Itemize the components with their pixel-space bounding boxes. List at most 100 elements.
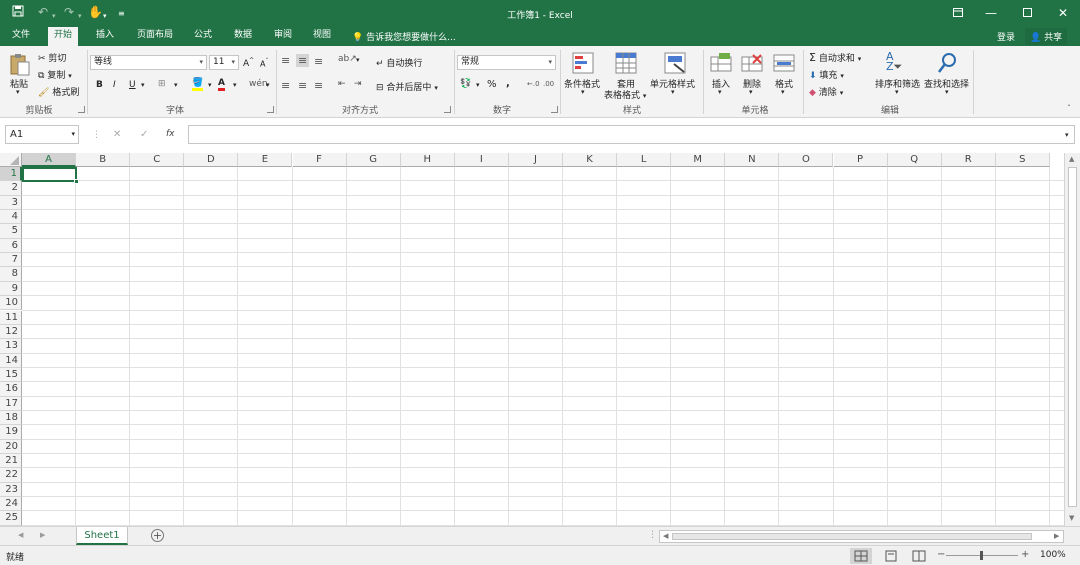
phonetic-dropdown-icon[interactable]: ▾: [266, 81, 270, 89]
underline-dropdown-icon[interactable]: ▾: [141, 81, 145, 89]
search-icon[interactable]: [936, 52, 958, 77]
increase-indent-icon[interactable]: ⇥: [354, 79, 362, 89]
increase-decimal-icon[interactable]: ←.0: [527, 80, 540, 88]
orientation-icon[interactable]: ab↗: [338, 54, 357, 64]
horizontal-scrollbar[interactable]: ◀ ▶: [659, 530, 1064, 543]
vertical-scrollbar[interactable]: ▲ ▼: [1064, 153, 1080, 526]
row-header[interactable]: 3: [0, 195, 22, 211]
insert-dropdown-icon[interactable]: ▾: [718, 88, 722, 96]
tell-me-search[interactable]: 💡 告诉我您想要做什么...: [352, 30, 456, 43]
row-header[interactable]: 15: [0, 367, 22, 383]
column-header[interactable]: P: [833, 153, 888, 167]
conditional-format-dropdown-icon[interactable]: ▾: [581, 88, 585, 96]
minimize-icon[interactable]: —: [980, 4, 1002, 22]
worksheet-grid[interactable]: ABCDEFGHIJKLMNOPQRS 1 2 3 4 5 6 7 8 9 10 11 12 13 14 1…: [0, 153, 1080, 526]
comma-button[interactable]: ,: [506, 78, 510, 89]
name-box[interactable]: A1 ▾: [5, 125, 79, 144]
phonetic-icon[interactable]: wén: [249, 79, 268, 89]
row-header[interactable]: 16: [0, 382, 22, 397]
sign-in-link[interactable]: 登录: [997, 30, 1015, 43]
share-button[interactable]: 👤 共享: [1025, 28, 1068, 45]
align-center-icon[interactable]: ≡: [298, 79, 307, 92]
format-as-table-button[interactable]: 表格格式 ▾: [604, 88, 646, 101]
tab-home[interactable]: 开始: [48, 27, 79, 46]
row-header[interactable]: 25: [0, 511, 22, 526]
row-header[interactable]: 6: [0, 238, 22, 254]
column-header[interactable]: L: [617, 153, 672, 167]
row-header[interactable]: 18: [0, 410, 22, 426]
row-header[interactable]: 24: [0, 497, 22, 512]
format-dropdown-icon[interactable]: ▾: [781, 88, 785, 96]
currency-dropdown-icon[interactable]: ▾: [476, 81, 480, 89]
font-color-dropdown-icon[interactable]: ▾: [233, 81, 237, 89]
font-size-select[interactable]: 11 ▾: [209, 55, 239, 70]
align-top-icon[interactable]: ≡: [281, 54, 290, 67]
format-as-table-icon[interactable]: [615, 52, 637, 77]
borders-icon[interactable]: ⊞: [158, 79, 166, 89]
fill-handle[interactable]: [74, 179, 79, 184]
row-header[interactable]: 19: [0, 425, 22, 440]
sort-filter-dropdown-icon[interactable]: ▾: [895, 88, 899, 96]
align-left-icon[interactable]: ≡: [281, 79, 290, 92]
row-header[interactable]: 7: [0, 253, 22, 268]
tab-page-layout[interactable]: 页面布局: [131, 27, 179, 46]
orientation-dropdown-icon[interactable]: ▾: [356, 56, 360, 64]
select-all-button[interactable]: [0, 153, 22, 167]
delete-cells-icon[interactable]: [741, 52, 763, 77]
row-header[interactable]: 17: [0, 396, 22, 411]
tab-file[interactable]: 文件: [6, 27, 36, 46]
fill-color-icon[interactable]: 🪣: [192, 78, 204, 91]
column-header[interactable]: D: [184, 153, 239, 167]
column-header[interactable]: R: [941, 153, 996, 167]
add-sheet-icon[interactable]: +: [151, 529, 164, 542]
column-header[interactable]: A: [22, 153, 77, 167]
wrap-text-button[interactable]: ↵ 自动换行: [376, 56, 422, 69]
align-right-icon[interactable]: ≡: [314, 79, 323, 92]
expand-formula-icon[interactable]: ▾: [1065, 131, 1069, 139]
insert-cells-icon[interactable]: [710, 52, 732, 77]
close-icon[interactable]: ✕: [1052, 4, 1074, 22]
zoom-level[interactable]: 100%: [1040, 550, 1066, 560]
format-cells-icon[interactable]: [773, 52, 795, 77]
currency-icon[interactable]: 💱: [460, 79, 471, 89]
delete-dropdown-icon[interactable]: ▾: [749, 88, 753, 96]
find-select-dropdown-icon[interactable]: ▾: [945, 88, 949, 96]
row-header[interactable]: 11: [0, 310, 22, 325]
alignment-launcher-icon[interactable]: [444, 106, 451, 113]
decrease-decimal-icon[interactable]: .00: [543, 80, 554, 88]
normal-view-icon[interactable]: [850, 548, 872, 564]
row-header[interactable]: 21: [0, 454, 22, 469]
row-header[interactable]: 22: [0, 468, 22, 483]
merge-center-button[interactable]: ⊟ 合并后居中 ▾: [376, 80, 438, 93]
enter-entry-icon[interactable]: ✓: [140, 129, 148, 140]
column-header[interactable]: O: [779, 153, 834, 167]
paste-dropdown-icon[interactable]: ▾: [16, 88, 20, 96]
sheet-tab-sheet1[interactable]: Sheet1: [76, 527, 128, 545]
align-middle-icon[interactable]: ≡: [296, 54, 310, 67]
cancel-entry-icon[interactable]: ✕: [113, 129, 121, 140]
row-header[interactable]: 4: [0, 210, 22, 225]
row-header[interactable]: 5: [0, 224, 22, 239]
row-header[interactable]: 2: [0, 181, 22, 196]
percent-button[interactable]: %: [487, 79, 497, 90]
align-bottom-icon[interactable]: ≡: [314, 55, 323, 68]
column-header[interactable]: J: [508, 153, 563, 167]
column-header[interactable]: K: [563, 153, 618, 167]
decrease-indent-icon[interactable]: ⇤: [338, 79, 346, 89]
tab-formulas[interactable]: 公式: [188, 27, 218, 46]
column-header[interactable]: H: [400, 153, 455, 167]
scroll-left-icon[interactable]: ◀: [663, 532, 668, 540]
cell-styles-icon[interactable]: [664, 52, 686, 77]
merge-dropdown-icon[interactable]: ▾: [434, 84, 438, 92]
copy-button[interactable]: ⧉ 复制 ▾: [38, 68, 72, 81]
row-header[interactable]: 8: [0, 267, 22, 282]
prev-sheet-icon[interactable]: ◀: [18, 531, 23, 539]
font-color-icon[interactable]: A: [218, 78, 225, 91]
zoom-in-icon[interactable]: +: [1021, 549, 1029, 560]
insert-function-button[interactable]: fx: [166, 129, 175, 139]
column-header[interactable]: I: [454, 153, 509, 167]
row-header[interactable]: 10: [0, 296, 22, 311]
font-launcher-icon[interactable]: [267, 106, 274, 113]
row-header[interactable]: 23: [0, 482, 22, 498]
column-header[interactable]: B: [76, 153, 131, 167]
